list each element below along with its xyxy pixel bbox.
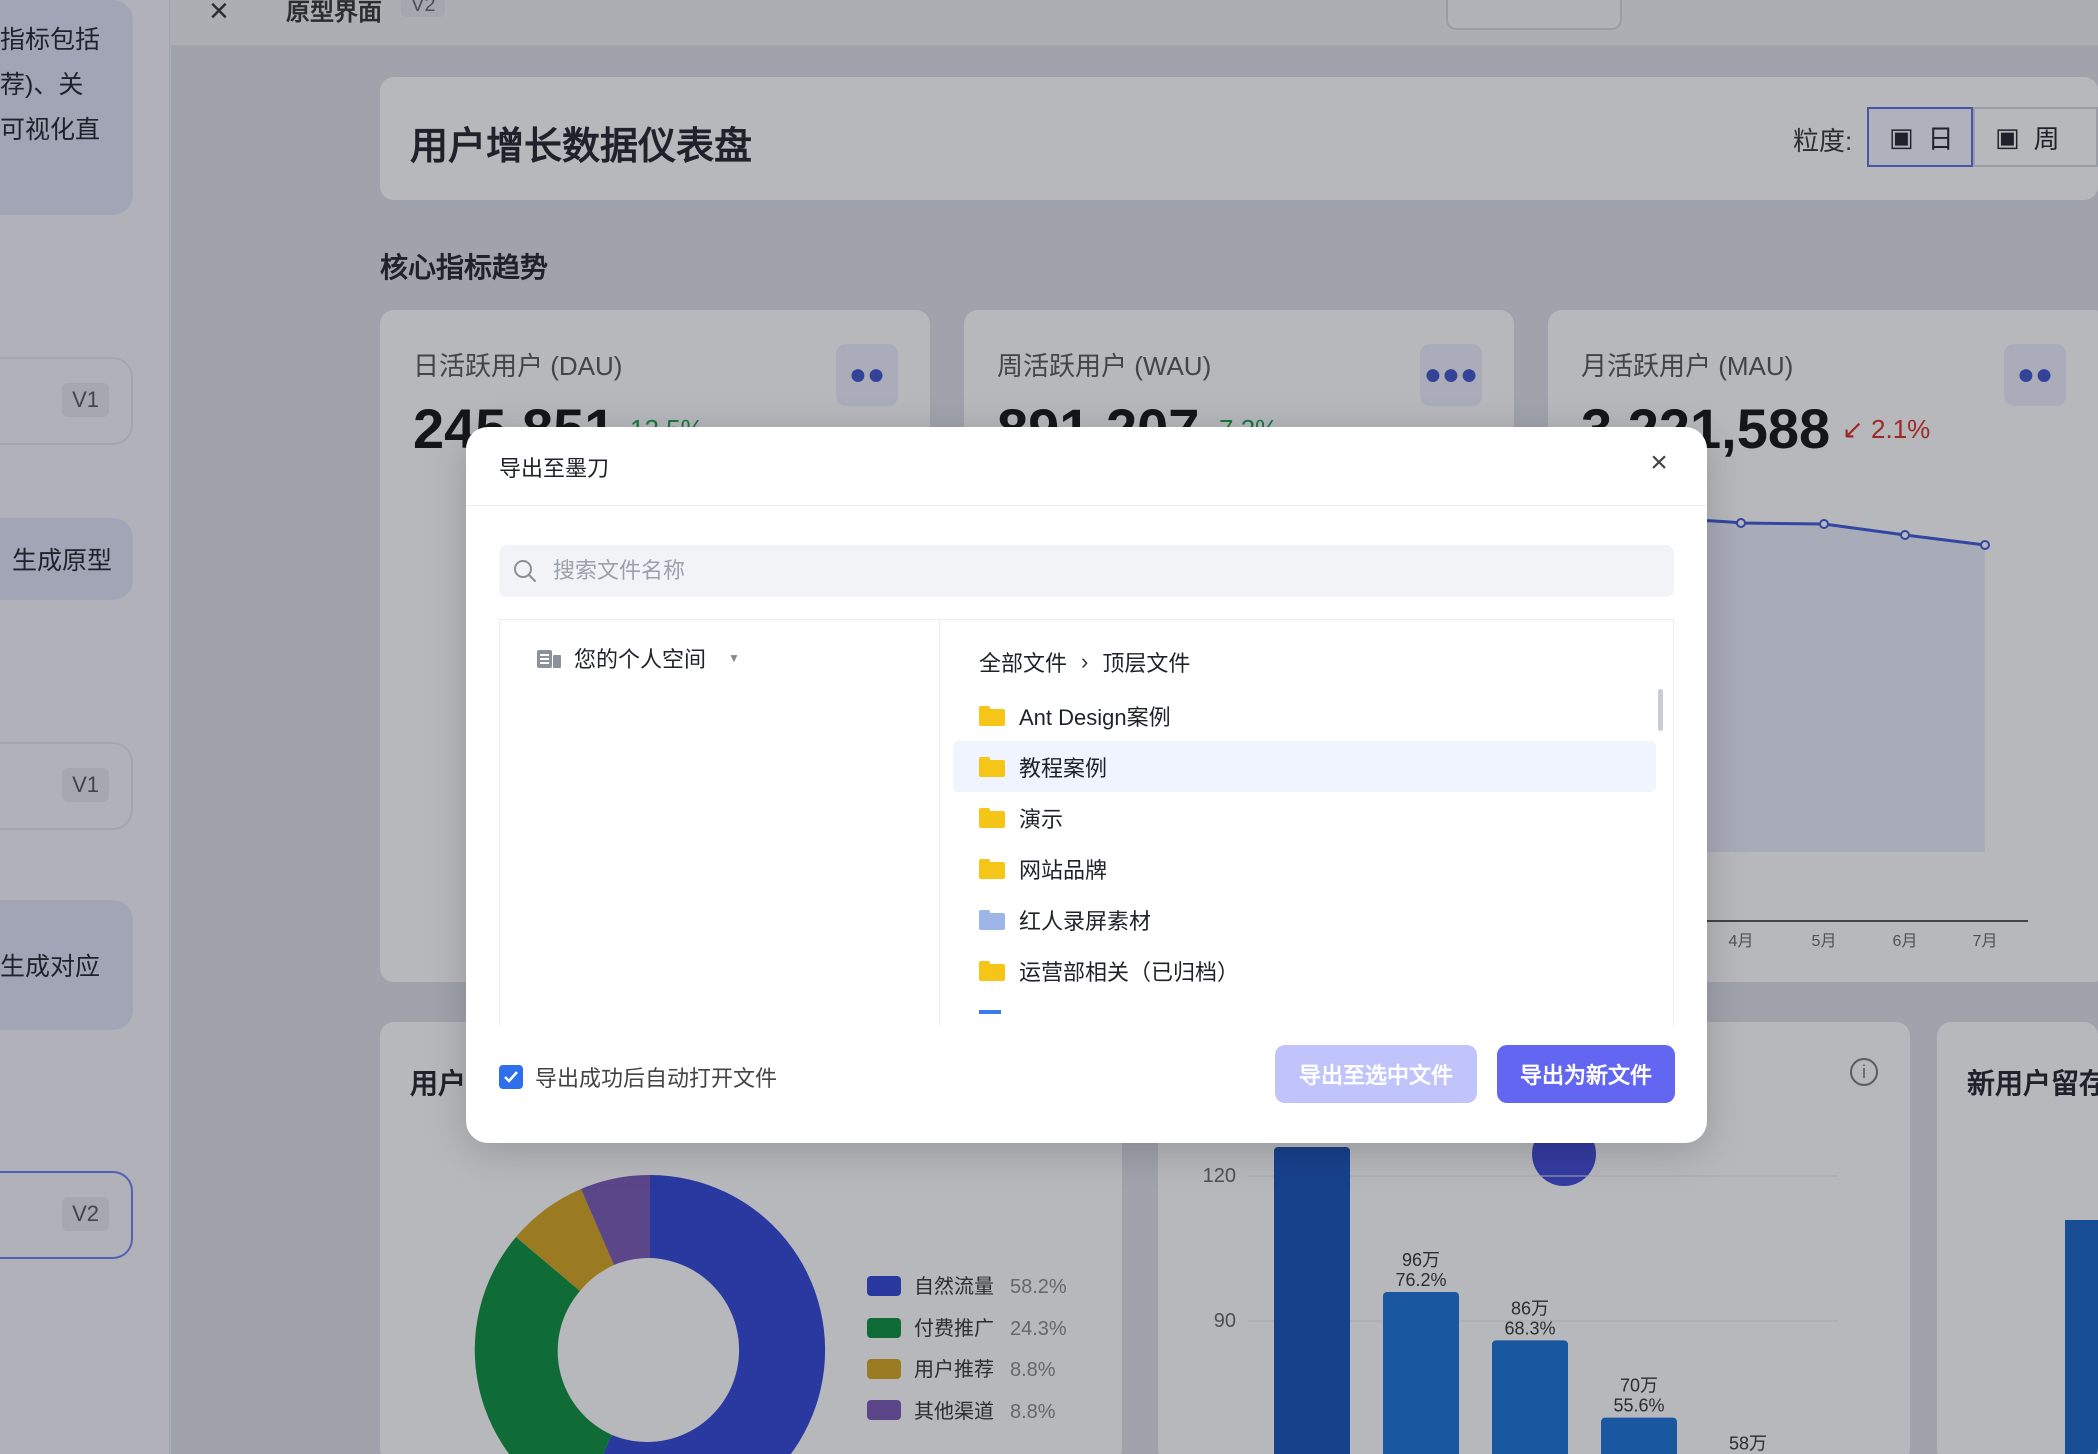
file-list: Ant Design案例 教程案例 演示 网站品牌 红人录屏素材 运营部相关（已… (953, 690, 1656, 1016)
close-icon[interactable]: × (1639, 443, 1679, 483)
search-input[interactable] (553, 558, 1653, 584)
folder-icon (979, 705, 1005, 726)
auto-open-label: 导出成功后自动打开文件 (535, 1066, 778, 1091)
file-icon (979, 1010, 1001, 1014)
file-pane: 全部文件 › 顶层文件 Ant Design案例 教程案例 演示 网站品牌 红人… (941, 620, 1673, 1025)
folder-row[interactable]: 运营部相关（已归档） (953, 945, 1656, 996)
folder-row-selected[interactable]: 教程案例 (953, 741, 1656, 792)
folder-icon (979, 756, 1005, 777)
breadcrumb: 全部文件 › 顶层文件 (979, 646, 1190, 678)
folder-name: 演示 (1019, 806, 1064, 832)
folder-icon (979, 807, 1005, 828)
scrollbar-thumb[interactable] (1658, 689, 1663, 731)
folder-name: 教程案例 (1019, 755, 1108, 781)
checkbox-checked-icon[interactable] (499, 1065, 523, 1089)
breadcrumb-current: 顶层文件 (1102, 651, 1191, 676)
folder-row[interactable]: 红人录屏素材 (953, 894, 1656, 945)
modal-footer: 导出成功后自动打开文件 导出至选中文件 导出为新文件 (466, 1025, 1707, 1143)
shared-folder-icon (979, 909, 1005, 930)
search-box (499, 545, 1674, 597)
space-selector[interactable]: 您的个人空间 ▼ (536, 642, 740, 674)
folder-name: 红人录屏素材 (1019, 908, 1152, 934)
folder-name: Ant Design案例 (1019, 704, 1171, 730)
folder-name: 运营部相关（已归档） (1019, 959, 1240, 985)
breadcrumb-root[interactable]: 全部文件 (979, 646, 1067, 678)
space-label: 您的个人空间 (574, 647, 707, 672)
space-pane: 您的个人空间 ▼ (500, 620, 940, 1025)
folder-row[interactable]: 演示 (953, 792, 1656, 843)
export-to-selected-button[interactable]: 导出至选中文件 (1275, 1045, 1477, 1103)
auto-open-checkbox[interactable]: 导出成功后自动打开文件 (499, 1061, 777, 1093)
folder-name: 网站品牌 (1019, 857, 1108, 883)
export-as-new-button[interactable]: 导出为新文件 (1497, 1045, 1675, 1103)
search-icon (514, 560, 536, 582)
folder-row-partial[interactable] (953, 996, 1656, 1016)
folder-row[interactable]: 网站品牌 (953, 843, 1656, 894)
workspace-icon (537, 650, 561, 668)
file-browser: 您的个人空间 ▼ 全部文件 › 顶层文件 Ant Design案例 教程案例 演… (499, 619, 1674, 1025)
folder-icon (979, 858, 1005, 879)
caret-down-icon: ▼ (728, 651, 740, 665)
modal-header: 导出至墨刀 × (466, 427, 1707, 506)
chevron-right-icon: › (1081, 649, 1089, 674)
folder-icon (979, 960, 1005, 981)
export-modal: 导出至墨刀 × 您的个人空间 ▼ 全部文件 › 顶层 (466, 427, 1707, 1143)
folder-row[interactable]: Ant Design案例 (953, 690, 1656, 741)
modal-title: 导出至墨刀 (499, 456, 610, 481)
